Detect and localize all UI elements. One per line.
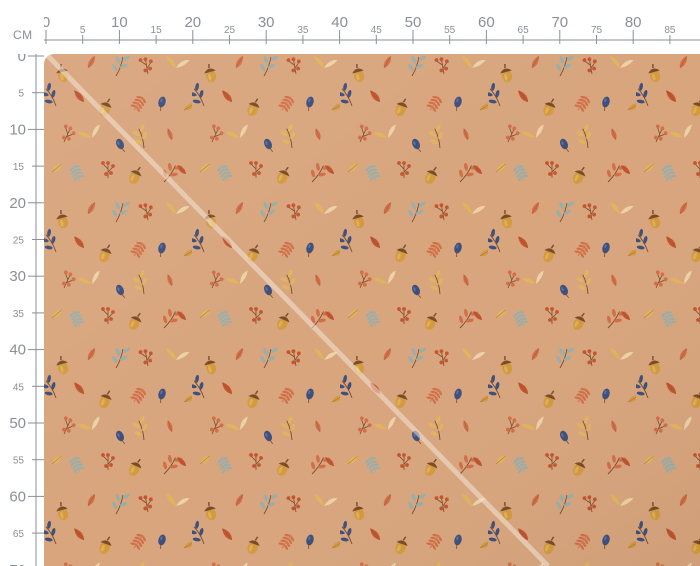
- ruler-minor-label: 15: [151, 25, 163, 36]
- fabric-preview: CM 0 10 20 30 40 50 60 70 80 5 15 25 35 45 55 65 75 85 0 1…: [0, 0, 700, 566]
- ruler-major-label: 50: [405, 14, 422, 31]
- fabric-pattern-swatch[interactable]: [44, 54, 700, 566]
- ruler-major-label: 70: [9, 562, 26, 566]
- horizontal-ruler-scale: 0 10 20 30 40 50 60 70 80 5 15 25 35 45 55 65 75 85: [44, 14, 700, 44]
- ruler-corner: CM: [0, 0, 44, 54]
- ruler-minor-label: 75: [591, 25, 603, 36]
- ruler-minor-label: 45: [13, 382, 25, 393]
- ruler-minor-label: 55: [444, 25, 456, 36]
- ruler-major-label: 0: [44, 14, 50, 31]
- ruler-minor-label: 5: [18, 89, 24, 100]
- ruler-major-label: 50: [9, 415, 26, 432]
- horizontal-ruler: 0 10 20 30 40 50 60 70 80 5 15 25 35 45 55 65 75 85: [44, 0, 700, 54]
- ruler-minor-label: 35: [297, 25, 309, 36]
- ruler-major-label: 20: [9, 195, 26, 212]
- ruler-minor-label: 45: [371, 25, 383, 36]
- ruler-minor-label: 85: [664, 25, 676, 36]
- vertical-ruler: 0 10 20 30 40 50 60 70 5 15 25 35 45 55 65: [0, 54, 44, 566]
- ruler-major-label: 30: [258, 14, 275, 31]
- ruler-minor-label: 65: [518, 25, 530, 36]
- ruler-major-label: 30: [9, 268, 26, 285]
- pattern-canvas: [44, 54, 700, 566]
- ruler-major-label: 40: [331, 14, 348, 31]
- ruler-major-label: 70: [551, 14, 568, 31]
- ruler-major-label: 80: [625, 14, 642, 31]
- ruler-minor-label: 65: [13, 529, 25, 540]
- ruler-major-label: 10: [111, 14, 128, 31]
- ruler-minor-label: 15: [13, 162, 25, 173]
- ruler-major-label: 0: [18, 54, 26, 65]
- ruler-minor-label: 25: [224, 25, 236, 36]
- ruler-major-label: 40: [9, 342, 26, 359]
- ruler-minor-label: 35: [13, 309, 25, 320]
- vertical-ruler-scale: 0 10 20 30 40 50 60 70 5 15 25 35 45 55 65: [9, 54, 44, 566]
- ruler-major-label: 10: [9, 121, 26, 138]
- ruler-minor-label: 25: [13, 236, 25, 247]
- ruler-major-label: 60: [9, 488, 26, 505]
- ruler-minor-label: 55: [13, 456, 25, 467]
- ruler-major-label: 60: [478, 14, 495, 31]
- unit-label: CM: [13, 28, 33, 42]
- fabric-shading: [44, 54, 700, 566]
- ruler-major-label: 20: [184, 14, 201, 31]
- ruler-minor-label: 5: [80, 25, 86, 36]
